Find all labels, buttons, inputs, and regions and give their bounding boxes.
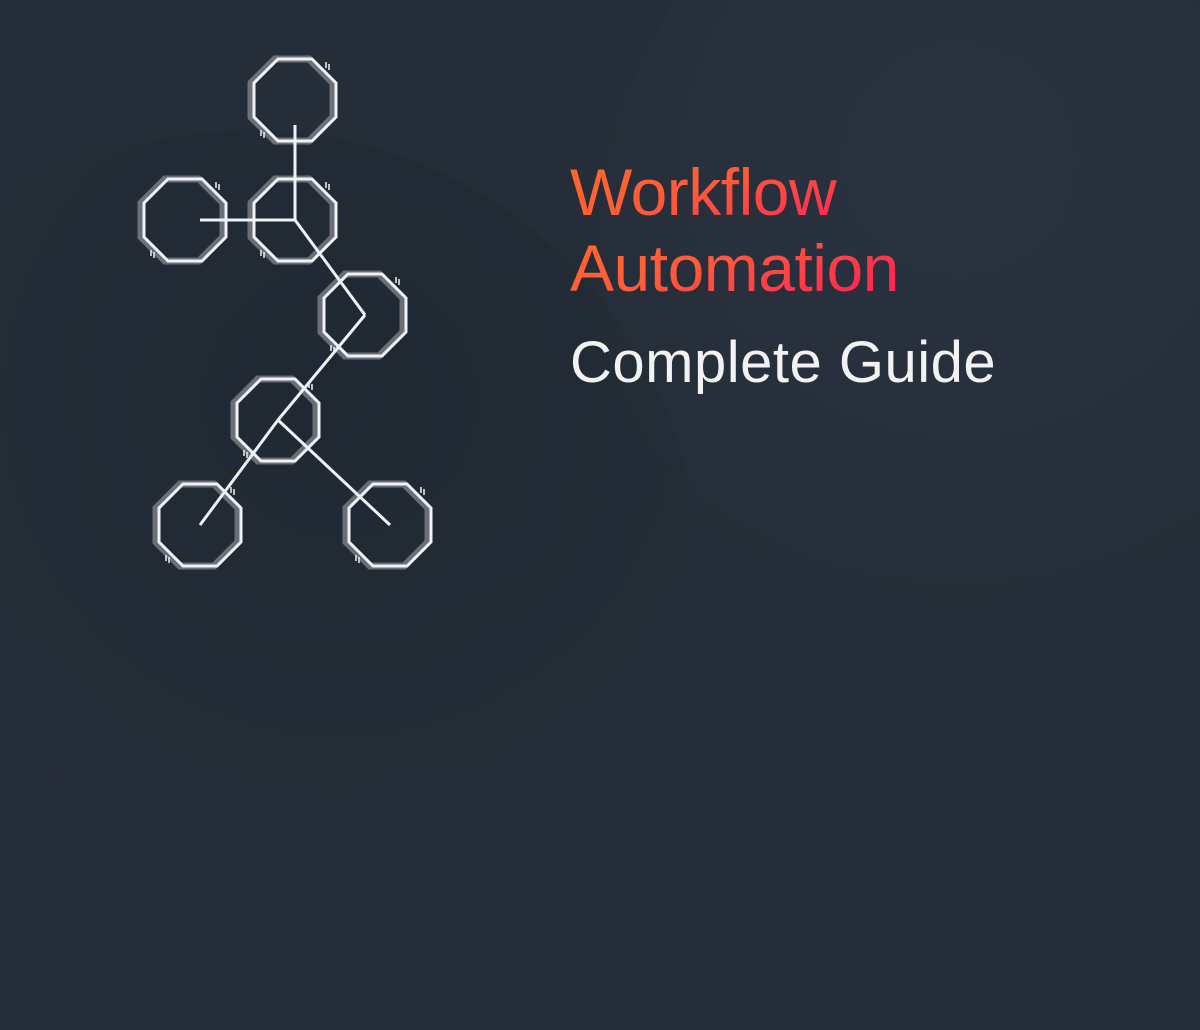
- workflow-graph-icon: [100, 40, 520, 600]
- title-line-2: Automation: [570, 231, 996, 307]
- title-line-1: Workflow: [570, 155, 996, 231]
- subtitle: Complete Guide: [570, 329, 996, 396]
- hero-text: Workflow Automation Complete Guide: [570, 155, 996, 396]
